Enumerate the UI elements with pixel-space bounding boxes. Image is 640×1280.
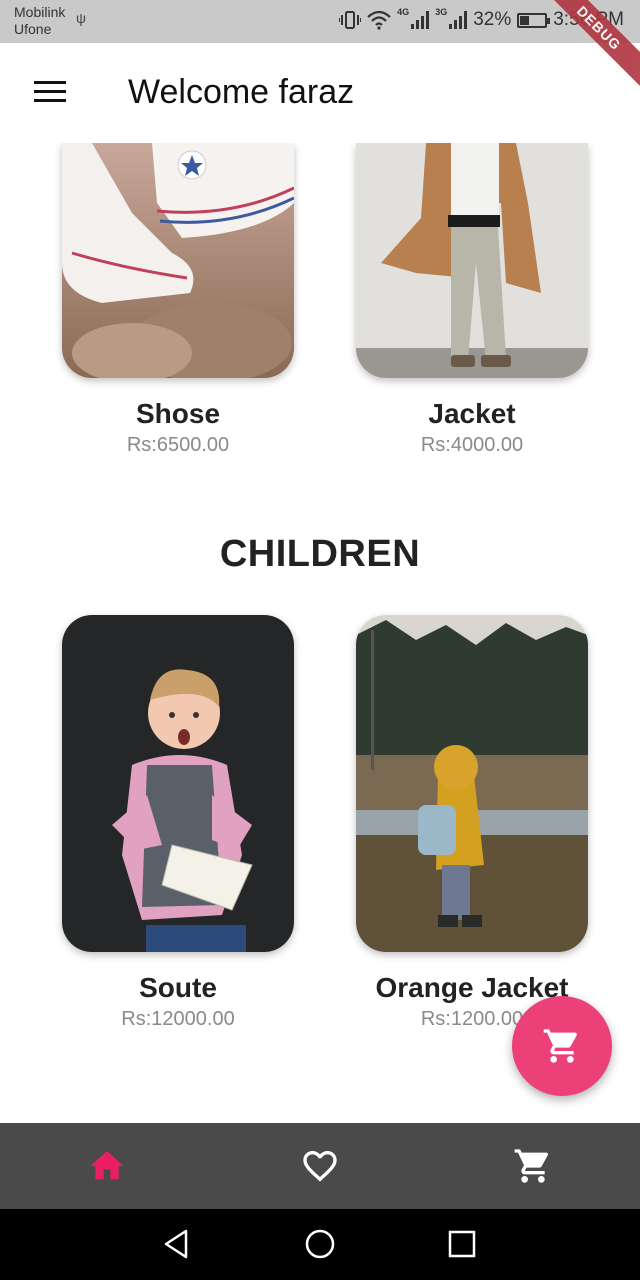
battery-icon xyxy=(517,12,551,28)
nav-favorites[interactable] xyxy=(213,1123,426,1209)
heart-icon xyxy=(303,1151,337,1182)
carrier-1: Mobilink xyxy=(14,4,66,20)
product-card-soute[interactable]: Soute Rs:12000.00 xyxy=(62,615,294,1031)
signal-icon xyxy=(411,11,430,29)
cart-icon xyxy=(543,1029,578,1063)
home-circle-icon[interactable] xyxy=(303,1227,337,1261)
menu-icon xyxy=(34,81,66,84)
network-type-2: 3G xyxy=(435,7,448,17)
section-title-children: CHILDREN xyxy=(219,533,421,575)
menu-icon xyxy=(34,90,66,93)
product-price: Rs:12000.00 xyxy=(121,1008,235,1030)
product-card-shose[interactable]: Shose Rs:6500.00 xyxy=(62,143,294,457)
signal-icon xyxy=(449,11,468,29)
product-image[interactable] xyxy=(356,143,588,378)
network-type-1: 4G xyxy=(397,7,410,17)
carrier-names: Mobilink Ufone xyxy=(14,4,65,38)
back-icon[interactable] xyxy=(160,1227,194,1261)
wifi-icon xyxy=(367,10,391,30)
product-price: Rs:6500.00 xyxy=(126,434,230,456)
app-bar: Welcome faraz xyxy=(0,43,640,143)
page-title: Welcome faraz xyxy=(128,73,355,111)
usb-icon: ψ xyxy=(76,10,86,26)
product-image[interactable] xyxy=(356,615,588,952)
home-icon xyxy=(89,1151,124,1180)
product-name: Jacket xyxy=(428,398,516,429)
nav-home[interactable] xyxy=(0,1123,213,1209)
menu-button[interactable] xyxy=(30,77,70,107)
product-image[interactable] xyxy=(62,615,294,952)
product-image[interactable] xyxy=(62,143,294,378)
cart-fab-button[interactable] xyxy=(512,996,612,1096)
cart-icon xyxy=(514,1149,549,1183)
carrier-2: Ufone xyxy=(14,21,52,37)
bottom-navigation xyxy=(0,1123,640,1209)
product-price: Rs:4000.00 xyxy=(420,434,524,456)
product-name: Shose xyxy=(135,398,221,429)
status-bar: Mobilink Ufone ψ 4G 3G 32% 3:56 PM xyxy=(0,0,640,43)
battery-percent: 32% xyxy=(473,9,512,30)
vibrate-icon xyxy=(339,11,362,29)
product-card-orange-jacket[interactable]: Orange Jacket Rs:1200.00 xyxy=(356,615,588,1031)
product-card-jacket[interactable]: Jacket Rs:4000.00 xyxy=(356,143,588,457)
menu-icon xyxy=(34,99,66,102)
product-list[interactable]: Shose Rs:6500.00 Jacket Rs:4000.00 CHILD… xyxy=(0,143,640,1123)
recents-icon[interactable] xyxy=(445,1227,479,1261)
product-name: Soute xyxy=(139,972,217,1003)
nav-cart[interactable] xyxy=(427,1123,640,1209)
system-navigation-bar xyxy=(0,1209,640,1280)
